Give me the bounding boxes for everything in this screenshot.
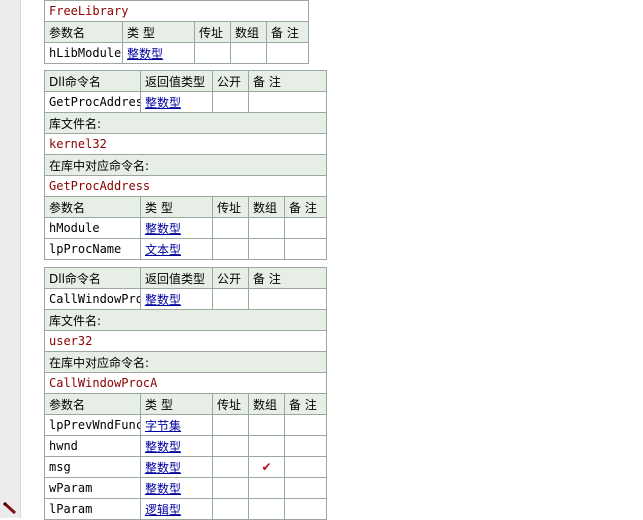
param-type-cell[interactable]: 整数型 (140, 217, 213, 239)
param-name-cell[interactable]: lpPrevWndFunc (44, 414, 141, 436)
public-header: 公开 (212, 70, 249, 92)
library-label: 库文件名: (43, 309, 328, 331)
param-array-cell[interactable] (248, 477, 285, 499)
param-array-cell[interactable] (248, 498, 285, 520)
editor-gutter (0, 0, 21, 518)
param-note-cell[interactable] (283, 238, 328, 260)
dll-name-header: Dll命令名 (44, 267, 141, 289)
library-label: 库文件名: (43, 112, 328, 134)
param-array-header: 数组 (248, 393, 285, 415)
param-array-cell[interactable] (248, 414, 285, 436)
param-array-cell[interactable] (248, 238, 285, 260)
param-array-header: 数组 (230, 21, 267, 43)
dll-command-name[interactable]: CallWindowProc (44, 288, 141, 310)
param-array-cell[interactable] (248, 435, 285, 457)
param-type-cell[interactable]: 字节集 (140, 414, 213, 436)
param-byref-cell[interactable] (212, 414, 249, 436)
return-type-cell[interactable]: 整数型 (140, 91, 213, 113)
library-command-label: 在库中对应命令名: (43, 154, 328, 176)
param-array-header: 数组 (248, 196, 285, 218)
param-type-header: 类 型 (122, 21, 195, 43)
param-name-cell[interactable]: hLibModule (44, 42, 123, 64)
param-name-cell[interactable]: lpProcName (44, 238, 141, 260)
pen-icon (2, 501, 17, 515)
param-note-cell[interactable] (283, 217, 328, 239)
param-type-cell[interactable]: 整数型 (140, 456, 213, 478)
dll-command-table: Dll命令名 返回值类型 公开 备 注 CallWindowProc 整数型 库… (43, 267, 328, 520)
dll-command-name[interactable]: GetProcAddress (44, 91, 141, 113)
param-byref-header: 传址 (212, 393, 249, 415)
library-command-name[interactable]: CallWindowProcA (43, 372, 328, 394)
public-header: 公开 (212, 267, 249, 289)
library-command-name[interactable]: GetProcAddress (43, 175, 328, 197)
param-note-cell[interactable] (283, 435, 328, 457)
param-byref-cell[interactable] (212, 477, 249, 499)
param-note-cell[interactable] (283, 498, 328, 520)
param-byref-header: 传址 (212, 196, 249, 218)
check-icon: ✔ (261, 460, 272, 474)
param-note-cell[interactable] (283, 477, 328, 499)
param-note-cell[interactable] (265, 42, 310, 64)
note-header: 备 注 (247, 70, 328, 92)
public-cell[interactable] (212, 91, 249, 113)
return-type-header: 返回值类型 (140, 267, 213, 289)
param-name-header: 参数名 (44, 21, 123, 43)
top-command-table: FreeLibrary 参数名 类 型 传址 数组 备 注 hLibModule… (43, 0, 310, 64)
param-name-cell[interactable]: hwnd (44, 435, 141, 457)
param-type-cell[interactable]: 逻辑型 (140, 498, 213, 520)
param-name-cell[interactable]: wParam (44, 477, 141, 499)
param-type-cell[interactable]: 整数型 (122, 42, 195, 64)
param-name-header: 参数名 (44, 196, 141, 218)
return-type-cell[interactable]: 整数型 (140, 288, 213, 310)
param-byref-cell[interactable] (212, 238, 249, 260)
param-type-cell[interactable]: 文本型 (140, 238, 213, 260)
note-cell[interactable] (247, 91, 328, 113)
param-note-cell[interactable] (283, 456, 328, 478)
param-type-header: 类 型 (140, 196, 213, 218)
param-byref-header: 传址 (194, 21, 231, 43)
param-note-cell[interactable] (283, 414, 328, 436)
param-byref-cell[interactable] (212, 435, 249, 457)
note-header: 备 注 (247, 267, 328, 289)
param-type-header: 类 型 (140, 393, 213, 415)
param-name-cell[interactable]: lParam (44, 498, 141, 520)
dll-command-table: Dll命令名 返回值类型 公开 备 注 GetProcAddress 整数型 库… (43, 70, 328, 260)
param-name-header: 参数名 (44, 393, 141, 415)
param-type-cell[interactable]: 整数型 (140, 435, 213, 457)
top-library-command[interactable]: FreeLibrary (43, 0, 310, 22)
param-byref-cell[interactable] (212, 456, 249, 478)
param-note-header: 备 注 (283, 393, 328, 415)
param-name-cell[interactable]: msg (44, 456, 141, 478)
note-cell[interactable] (247, 288, 328, 310)
param-byref-cell[interactable] (212, 498, 249, 520)
param-name-cell[interactable]: hModule (44, 217, 141, 239)
public-cell[interactable] (212, 288, 249, 310)
param-byref-cell[interactable] (194, 42, 231, 64)
library-name[interactable]: kernel32 (43, 133, 328, 155)
dll-name-header: Dll命令名 (44, 70, 141, 92)
param-note-header: 备 注 (265, 21, 310, 43)
param-byref-cell[interactable] (212, 217, 249, 239)
param-array-cell[interactable] (230, 42, 267, 64)
library-name[interactable]: user32 (43, 330, 328, 352)
param-type-cell[interactable]: 整数型 (140, 477, 213, 499)
param-note-header: 备 注 (283, 196, 328, 218)
library-command-label: 在库中对应命令名: (43, 351, 328, 373)
param-array-cell[interactable] (248, 217, 285, 239)
return-type-header: 返回值类型 (140, 70, 213, 92)
param-array-cell[interactable]: ✔ (248, 456, 285, 478)
